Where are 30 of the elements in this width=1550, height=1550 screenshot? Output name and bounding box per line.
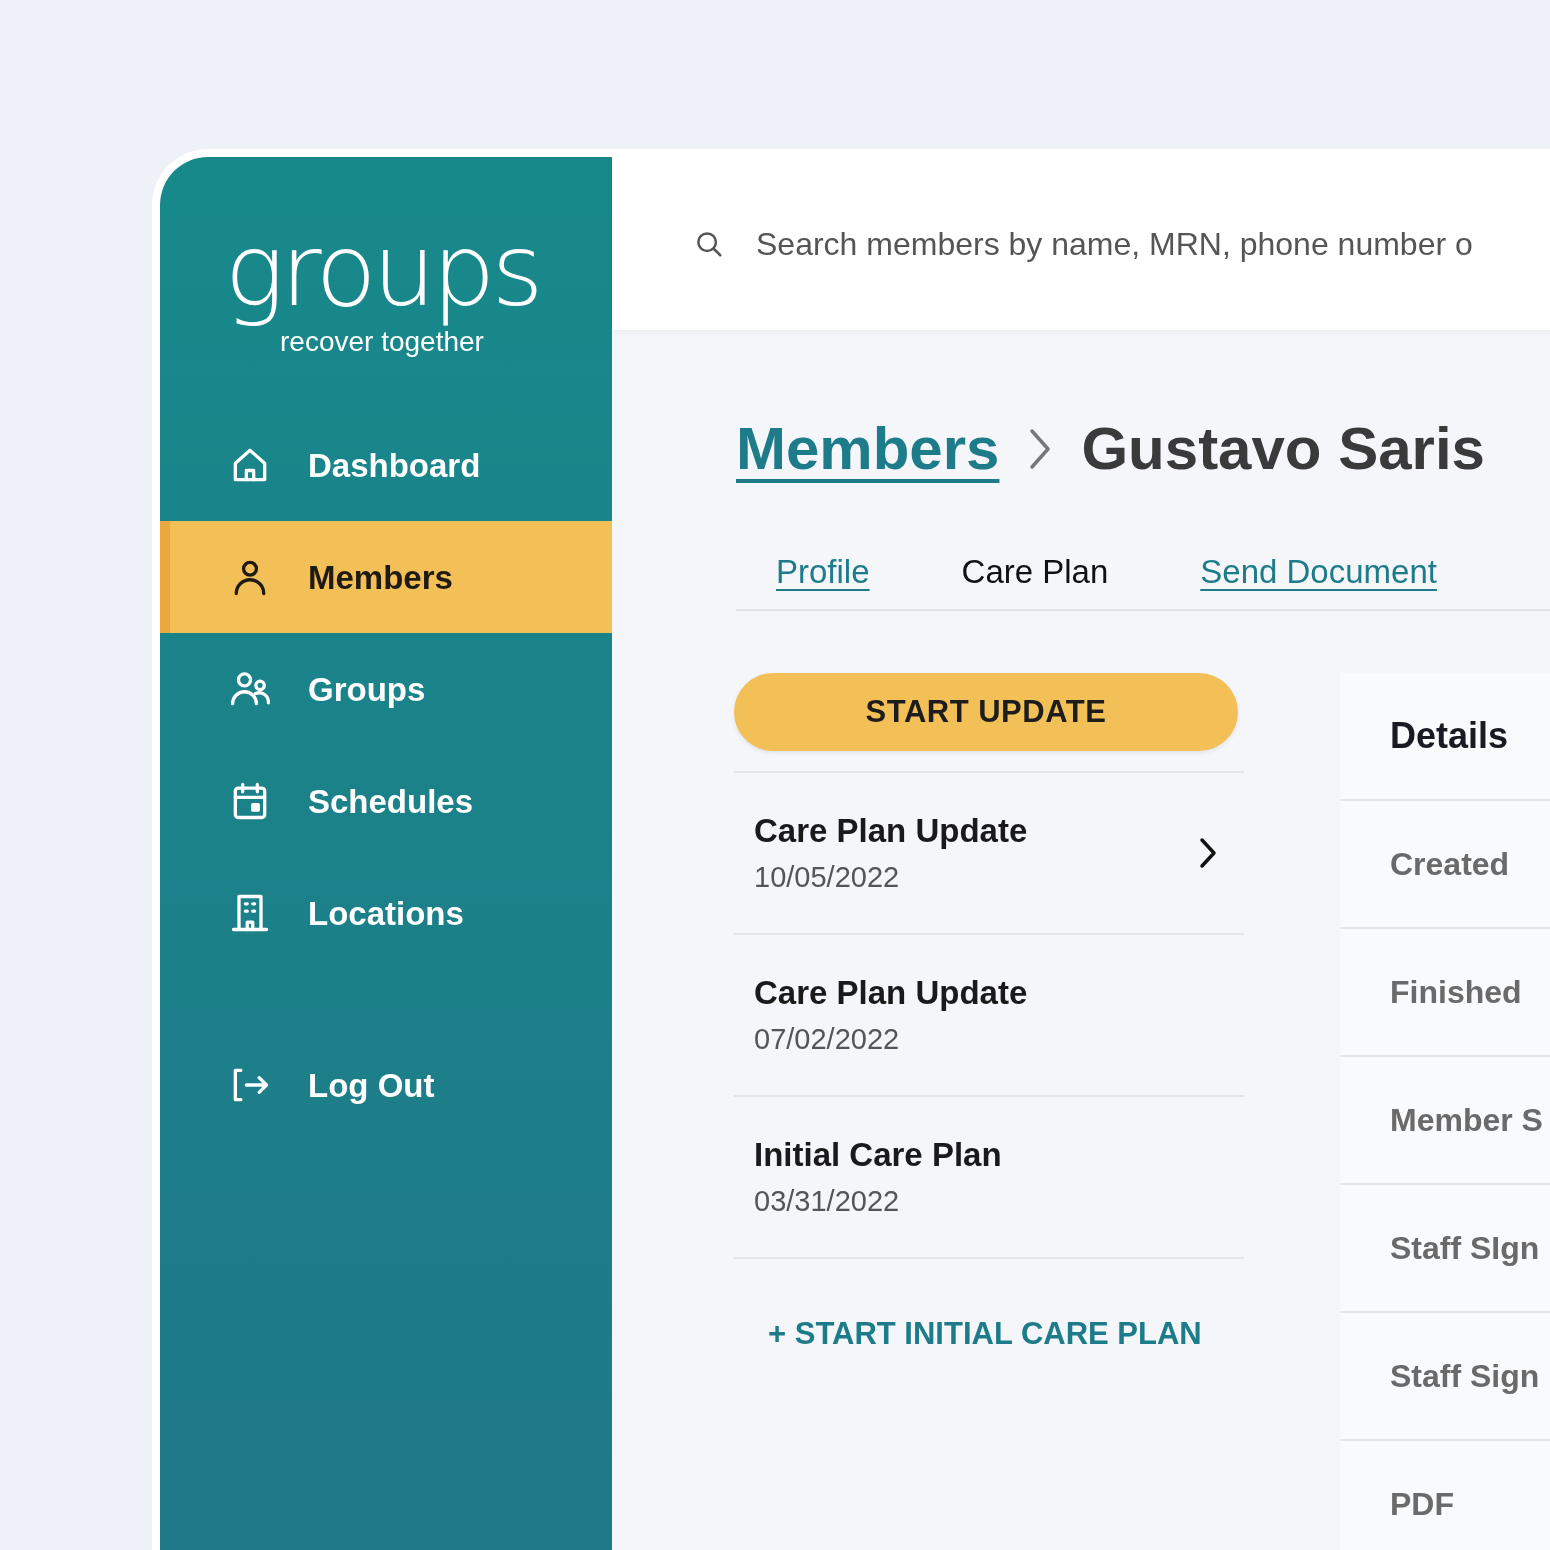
tab[interactable]: Send Document — [1200, 546, 1437, 597]
sidebar-item[interactable]: Schedules — [160, 745, 612, 857]
start-initial-care-plan-link[interactable]: + START INITIAL CARE PLAN — [768, 1316, 1202, 1351]
details-label: Finished — [1390, 973, 1522, 1012]
breadcrumb-link[interactable]: Members — [736, 414, 1000, 484]
details-label: Staff SIgn — [1390, 1229, 1540, 1268]
details-heading: Details — [1390, 714, 1509, 758]
care-plan-date: 10/05/2022 — [754, 860, 901, 895]
details-label: PDF — [1390, 1485, 1454, 1524]
care-plan-title: Care Plan Update — [754, 811, 1029, 851]
sidebar-item[interactable]: Dashboard — [160, 409, 612, 521]
search-field[interactable]: Search members by name, MRN, phone number o — [756, 219, 1550, 268]
sidebar-item[interactable]: Members — [160, 521, 612, 633]
sidebar-item[interactable]: Groups — [160, 633, 612, 745]
logout-button[interactable]: Log Out — [160, 1045, 612, 1125]
care-plan-row[interactable]: Initial Care Plan 03/31/2022 — [734, 1097, 1244, 1259]
details-label: Member S — [1390, 1101, 1543, 1140]
care-plan-title: Care Plan Update — [754, 973, 1029, 1013]
tab[interactable]: Profile — [776, 546, 870, 597]
sidebar-item[interactable]: Locations — [160, 857, 612, 969]
page-title: Gustavo Saris — [1081, 414, 1485, 484]
tab[interactable]: Care Plan — [961, 546, 1109, 597]
care-plan-date: 07/02/2022 — [754, 1022, 901, 1057]
start-update-button[interactable]: START UPDATE — [734, 673, 1238, 751]
details-label: Created — [1390, 845, 1510, 884]
details-label: Staff Sign — [1390, 1357, 1540, 1396]
care-plan-date: 03/31/2022 — [754, 1184, 901, 1219]
care-plan-title: Initial Care Plan — [754, 1135, 1003, 1175]
care-plan-row[interactable]: Care Plan Update 07/02/2022 — [734, 935, 1244, 1097]
care-plan-row[interactable]: Care Plan Update 10/05/2022 — [734, 773, 1244, 935]
